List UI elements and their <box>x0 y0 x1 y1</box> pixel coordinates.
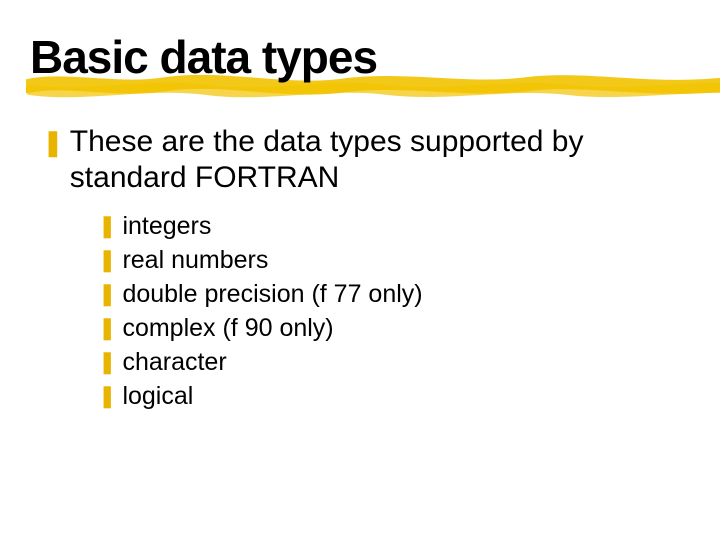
slide-body: ❚ These are the data types supported by … <box>30 124 690 412</box>
item-text: real numbers <box>122 244 268 276</box>
title-block: Basic data types <box>30 30 690 84</box>
bullet-icon: ❚ <box>98 210 116 242</box>
bullet-icon: ❚ <box>98 346 116 378</box>
item-text: character <box>122 346 226 378</box>
item-text: double precision (f 77 only) <box>122 278 422 310</box>
item-text: complex (f 90 only) <box>122 312 333 344</box>
list-item: ❚ complex (f 90 only) <box>98 312 690 344</box>
item-text: logical <box>122 380 193 412</box>
bullet-icon: ❚ <box>98 244 116 276</box>
lead-item: ❚ These are the data types supported by … <box>42 124 690 196</box>
list-item: ❚ double precision (f 77 only) <box>98 278 690 310</box>
bullet-icon: ❚ <box>98 380 116 412</box>
list-item: ❚ character <box>98 346 690 378</box>
slide-title: Basic data types <box>30 30 690 84</box>
list-item: ❚ integers <box>98 210 690 242</box>
item-text: integers <box>122 210 211 242</box>
bullet-icon: ❚ <box>42 124 64 160</box>
bullet-icon: ❚ <box>98 312 116 344</box>
sub-list: ❚ integers ❚ real numbers ❚ double preci… <box>42 210 690 412</box>
list-item: ❚ real numbers <box>98 244 690 276</box>
lead-text: These are the data types supported by st… <box>70 124 690 196</box>
list-item: ❚ logical <box>98 380 690 412</box>
slide: Basic data types ❚ These are the data ty… <box>0 0 720 412</box>
bullet-icon: ❚ <box>98 278 116 310</box>
